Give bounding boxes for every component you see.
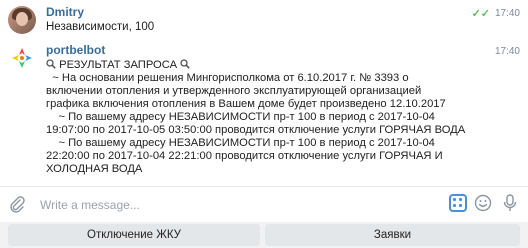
double-check-icon: ✓✓ [471,8,490,20]
result-line: ~ По вашему адресу НЕЗАВИСИМОСТИ пр-т 10… [46,111,466,136]
message-text: РЕЗУЛЬТАТ ЗАПРОСА ~ На основании решения… [46,59,466,176]
avatar-portbelbot[interactable] [8,44,36,72]
microphone-icon[interactable] [501,193,519,213]
message-time: 17:40 [494,46,520,57]
message-time: 17:40 [494,8,520,19]
bot-keyboard-icon[interactable] [449,194,467,212]
result-header: РЕЗУЛЬТАТ ЗАПРОСА [59,59,178,71]
message-sender[interactable]: Dmitry [46,5,84,19]
button-requests[interactable]: Заявки [265,224,520,246]
result-line: ~ На основании решения Мингорисполкома о… [46,72,446,110]
message-text: Независимости, 100 [46,21,155,33]
paperclip-icon[interactable] [8,195,26,213]
message-composer [0,187,528,222]
message-sender[interactable]: portbelbot [46,43,105,57]
magnifier-icon [180,59,190,69]
magnifier-icon [46,59,56,69]
result-line: ~ По вашему адресу НЕЗАВИСИМОСТИ пр-т 10… [46,137,446,175]
button-utility-outages[interactable]: Отключение ЖКУ [8,224,260,246]
avatar-dmitry[interactable] [8,6,36,34]
emoji-icon[interactable] [474,194,492,212]
message-dmitry: Dmitry ✓✓ 17:40 Независимости, 100 [0,0,528,40]
message-input[interactable] [40,196,420,214]
bot-keyboard: Отключение ЖКУ Заявки [0,222,528,248]
